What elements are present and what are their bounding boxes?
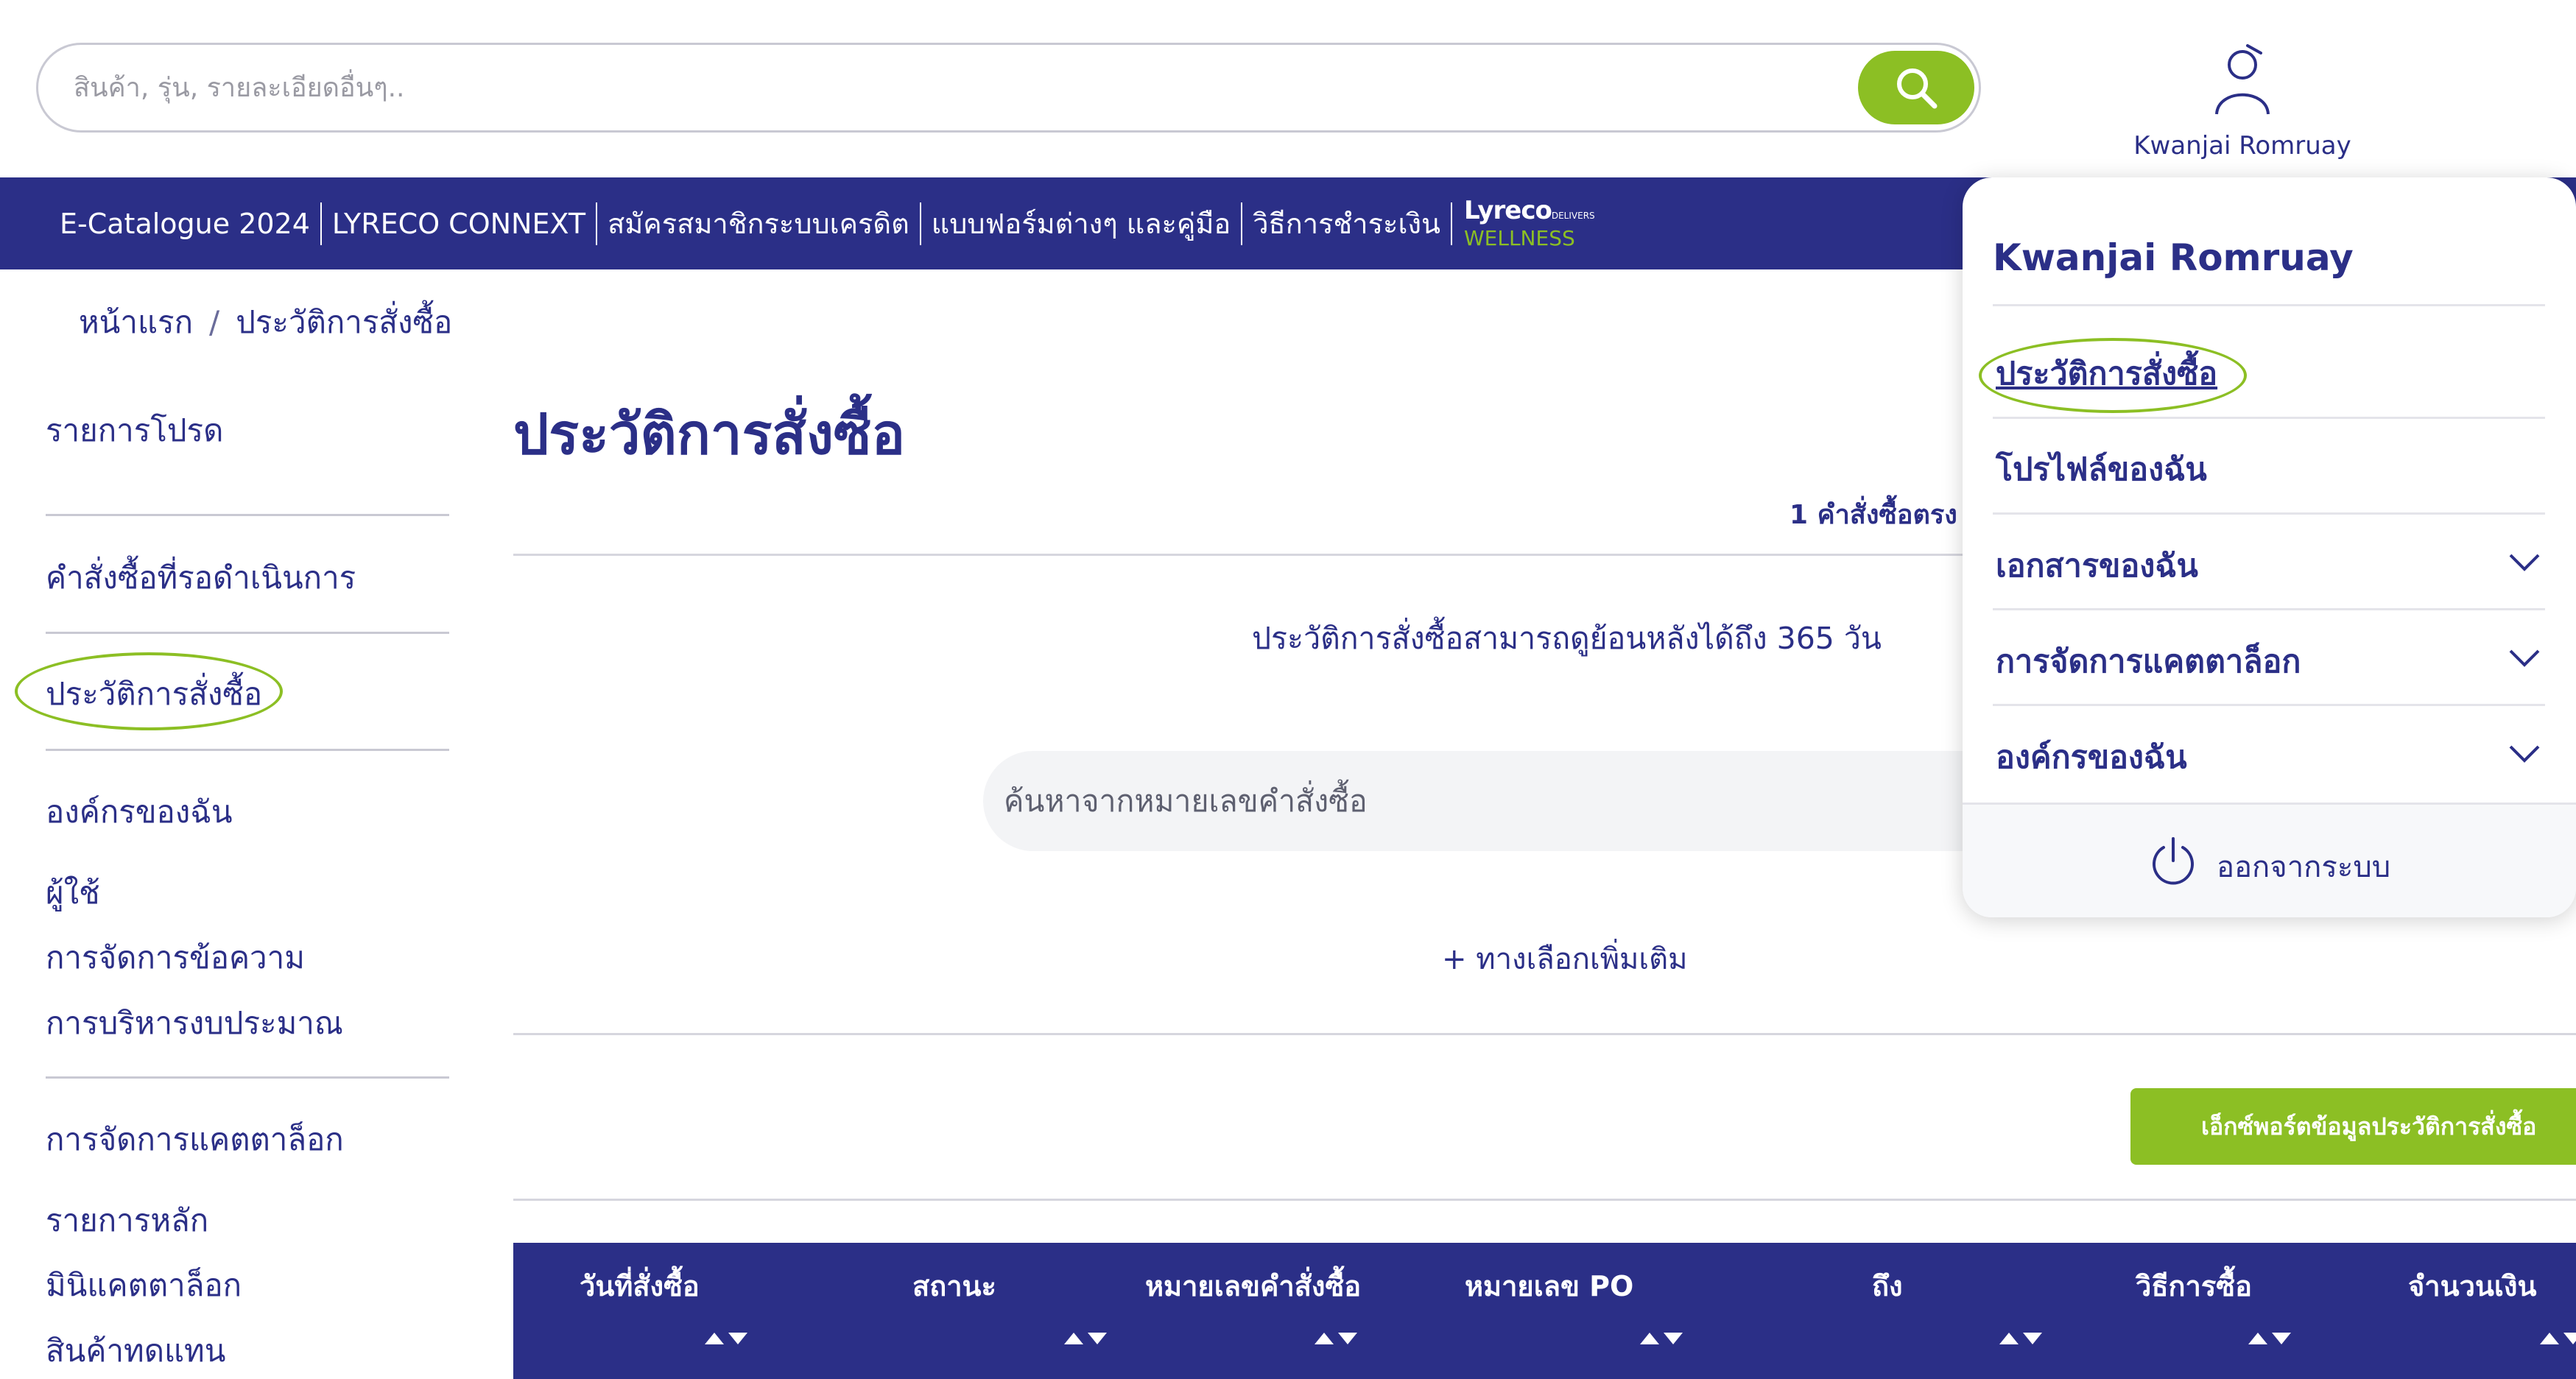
breadcrumb: หน้าแรก / ประวัติการสั่งซื้อ [79,298,452,347]
dropdown-item-catalog-management[interactable]: การจัดการแคตตาล็อก [1996,636,2301,686]
dropdown-item-my-profile[interactable]: โปรไฟล์ของฉัน [1996,444,2207,494]
sort-amount[interactable] [2540,1333,2576,1344]
dropdown-divider [1993,512,2545,515]
sidebar-item-catalog-management[interactable]: การจัดการแคตตาล็อก [46,1115,344,1164]
nav-item-forms-manuals[interactable]: แบบฟอร์มต่างๆ และคู่มือ [921,202,1243,245]
export-order-history-button[interactable]: เอ็กซ์พอร์ตข้อมูลประวัติการสั่งซื้อ [2130,1088,2576,1165]
sidebar-divider [46,632,449,634]
sort-order-number[interactable] [1315,1333,1357,1344]
more-options-link[interactable]: + ทางเลือกเพิ่มเติม [1442,935,1687,982]
sort-asc-icon[interactable] [2248,1333,2267,1344]
sidebar-divider [46,749,449,751]
sidebar-item-users[interactable]: ผู้ใช้ [46,869,100,917]
sort-asc-icon[interactable] [1999,1333,2019,1344]
column-header-order-number[interactable]: หมายเลขคำสั่งซื้อ [1145,1263,1361,1308]
sort-desc-icon[interactable] [728,1333,747,1344]
dropdown-item-my-organization[interactable]: องค์กรของฉัน [1996,732,2187,782]
sort-asc-icon[interactable] [1640,1333,1659,1344]
column-header-to[interactable]: ถึง [1872,1263,1903,1308]
search-button[interactable] [1858,51,1974,124]
sort-desc-icon[interactable] [2023,1333,2042,1344]
sidebar-item-mini-catalog[interactable]: มินิแคตตาล็อก [46,1261,242,1310]
page-title: ประวัติการสั่งซื้อ [513,401,906,467]
section-divider [513,1033,2576,1035]
sort-asc-icon[interactable] [2540,1333,2559,1344]
dropdown-divider [1993,704,2545,706]
user-icon [2215,44,2270,115]
column-header-status[interactable]: สถานะ [912,1263,996,1308]
sidebar-divider [46,1076,449,1079]
sort-purchase-method[interactable] [2248,1333,2291,1344]
dropdown-divider [1993,608,2545,610]
chevron-down-icon[interactable] [2506,739,2543,769]
order-number-search-input[interactable] [1004,751,2035,851]
user-dropdown-menu: Kwanjai Romruay ประวัติการสั่งซื้อ โปรไฟ… [1963,177,2576,917]
orders-table-header: วันที่สั่งซื้อ สถานะ หมายเลขคำสั่งซื้อ ห… [513,1243,2576,1379]
global-search-bar [36,43,1981,133]
dropdown-item-order-history[interactable]: ประวัติการสั่งซื้อ [1996,348,2217,398]
dropdown-item-my-documents[interactable]: เอกสารของฉัน [1996,540,2198,590]
column-header-order-date[interactable]: วันที่สั่งซื้อ [580,1263,700,1308]
sort-order-date[interactable] [705,1333,747,1344]
sort-desc-icon[interactable] [1338,1333,1357,1344]
lyreco-wellness-logo[interactable]: LyrecoDELIVERS WELLNESS [1452,198,1595,250]
section-divider [513,1199,2576,1201]
sidebar-item-favorites[interactable]: รายการโปรด [46,406,223,455]
logout-button[interactable]: ออกจากระบบ [2217,843,2390,890]
breadcrumb-home[interactable]: หน้าแรก [79,304,193,340]
sidebar-item-master-list[interactable]: รายการหลัก [46,1196,208,1245]
sidebar-item-pending-orders[interactable]: คำสั่งซื้อที่รอดำเนินการ [46,554,356,602]
sort-desc-icon[interactable] [2272,1333,2291,1344]
logo-wellness: WELLNESS [1463,226,1575,250]
breadcrumb-current: ประวัติการสั่งซื้อ [236,304,453,340]
user-account-button[interactable]: Kwanjai Romruay [2128,37,2357,169]
nav-item-lyreco-connext[interactable]: LYRECO CONNEXT [322,202,598,245]
nav-item-credit-signup[interactable]: สมัครสมาชิกระบบเครดิต [597,202,921,245]
history-retention-info: ประวัติการสั่งซื้อสามารถดูย้อนหลังได้ถึง… [1252,621,1882,656]
dropdown-divider [1993,417,2545,419]
global-search-input[interactable] [74,45,1841,130]
sort-po-number[interactable] [1640,1333,1683,1344]
column-header-po-number[interactable]: หมายเลข PO [1465,1263,1633,1308]
sidebar-item-order-history[interactable]: ประวัติการสั่งซื้อ [46,670,262,719]
column-header-amount[interactable]: จำนวนเงิน [2408,1263,2536,1308]
order-count-text: 1 คำสั่งซื้อตรง [1790,500,1957,530]
sidebar-divider [46,514,449,516]
dropdown-footer: ออกจากระบบ [1963,803,2576,917]
sort-desc-icon[interactable] [1664,1333,1683,1344]
user-name-label: Kwanjai Romruay [2133,131,2351,161]
power-icon[interactable] [2149,836,2197,887]
sidebar-item-message-management[interactable]: การจัดการข้อความ [46,934,305,982]
sidebar-item-substitute-products[interactable]: สินค้าทดแทน [46,1327,225,1375]
search-icon [1897,68,1938,109]
sort-desc-icon[interactable] [1088,1333,1107,1344]
nav-item-ecatalogue[interactable]: E-Catalogue 2024 [49,202,322,245]
nav-item-payment-methods[interactable]: วิธีการชำระเงิน [1242,202,1452,245]
sidebar-item-my-organization[interactable]: องค์กรของฉัน [46,788,233,836]
dropdown-divider [1993,304,2545,306]
logo-small: DELIVERS [1551,211,1595,221]
breadcrumb-separator: / [209,304,220,340]
sort-status[interactable] [1064,1333,1107,1344]
sort-desc-icon[interactable] [2563,1333,2576,1344]
sort-to[interactable] [1999,1333,2042,1344]
logo-brand: Lyreco [1463,196,1552,225]
column-header-purchase-method[interactable]: วิธีการซื้อ [2136,1263,2252,1308]
sidebar-item-budget-management[interactable]: การบริหารงบประมาณ [46,999,343,1048]
sort-asc-icon[interactable] [1064,1333,1083,1344]
sort-asc-icon[interactable] [1315,1333,1334,1344]
chevron-down-icon[interactable] [2506,643,2543,673]
dropdown-user-name: Kwanjai Romruay [1993,236,2354,279]
chevron-down-icon[interactable] [2506,548,2543,577]
sort-asc-icon[interactable] [705,1333,724,1344]
